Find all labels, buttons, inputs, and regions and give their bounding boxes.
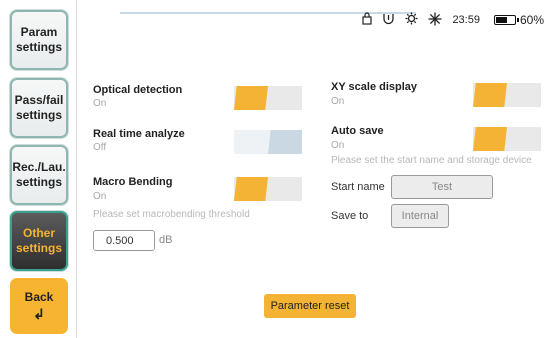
sidebar-item-label: Pass/fail settings — [14, 93, 64, 122]
toggle-knob — [234, 86, 268, 110]
usb-icon — [382, 12, 395, 28]
settings-icon — [405, 12, 418, 28]
toggle-knob — [473, 83, 507, 107]
optical-detection-label: Optical detection — [93, 84, 183, 96]
xy-scale-toggle[interactable] — [473, 83, 541, 107]
auto-save-toggle[interactable] — [473, 127, 541, 151]
battery-percent: 60% — [519, 13, 544, 27]
sidebar-item-label: Rec./Lau. settings — [12, 160, 66, 189]
back-arrow-icon: ↲ — [33, 306, 45, 322]
parameter-reset-button[interactable]: Parameter reset — [264, 294, 356, 318]
optical-detection-state: On — [93, 98, 107, 109]
toggle-knob — [234, 177, 268, 201]
macro-bending-state: On — [93, 191, 107, 202]
save-to-label: Save to — [331, 210, 369, 222]
toggle-knob — [473, 127, 507, 151]
laser-icon — [428, 12, 442, 29]
auto-save-state: On — [331, 140, 345, 151]
macrobending-threshold-input[interactable]: 0.500 — [93, 230, 155, 251]
xy-scale-label: XY scale display — [331, 81, 418, 93]
sidebar-item-pass-fail-settings[interactable]: Pass/fail settings — [10, 78, 68, 138]
start-name-input[interactable]: Test — [391, 175, 493, 199]
macro-bending-label: Macro Bending — [93, 176, 173, 188]
lock-icon — [362, 12, 373, 28]
macro-bending-toggle[interactable] — [234, 177, 302, 201]
back-label: Back — [24, 290, 54, 304]
start-name-label: Start name — [331, 181, 385, 193]
auto-save-hint: Please set the start name and storage de… — [331, 155, 532, 166]
save-to-select[interactable]: Internal — [391, 204, 449, 228]
threshold-unit: dB — [159, 234, 173, 246]
sidebar-item-label: Other settings — [15, 226, 62, 255]
sidebar-item-other-settings[interactable]: Other settings — [10, 211, 68, 271]
realtime-analyze-label: Real time analyze — [93, 128, 185, 140]
auto-save-label: Auto save — [331, 125, 384, 137]
macro-bending-hint: Please set macrobending threshold — [93, 209, 250, 220]
sidebar-item-label: Param settings — [15, 25, 62, 54]
battery-icon — [493, 15, 519, 25]
status-bar: 23:59 60% — [362, 10, 544, 30]
realtime-analyze-state: Off — [93, 142, 107, 153]
sidebar-item-param-settings[interactable]: Param settings — [10, 10, 68, 70]
sidebar-item-rec-lau-settings[interactable]: Rec./Lau. settings — [10, 145, 68, 205]
toggle-knob — [268, 130, 302, 154]
clock: 23:59 — [452, 14, 480, 26]
realtime-analyze-toggle[interactable] — [234, 130, 302, 154]
back-button[interactable]: Back ↲ — [10, 278, 68, 334]
xy-scale-state: On — [331, 96, 345, 107]
optical-detection-toggle[interactable] — [234, 86, 302, 110]
sidebar: Param settings Pass/fail settings Rec./L… — [0, 0, 77, 338]
